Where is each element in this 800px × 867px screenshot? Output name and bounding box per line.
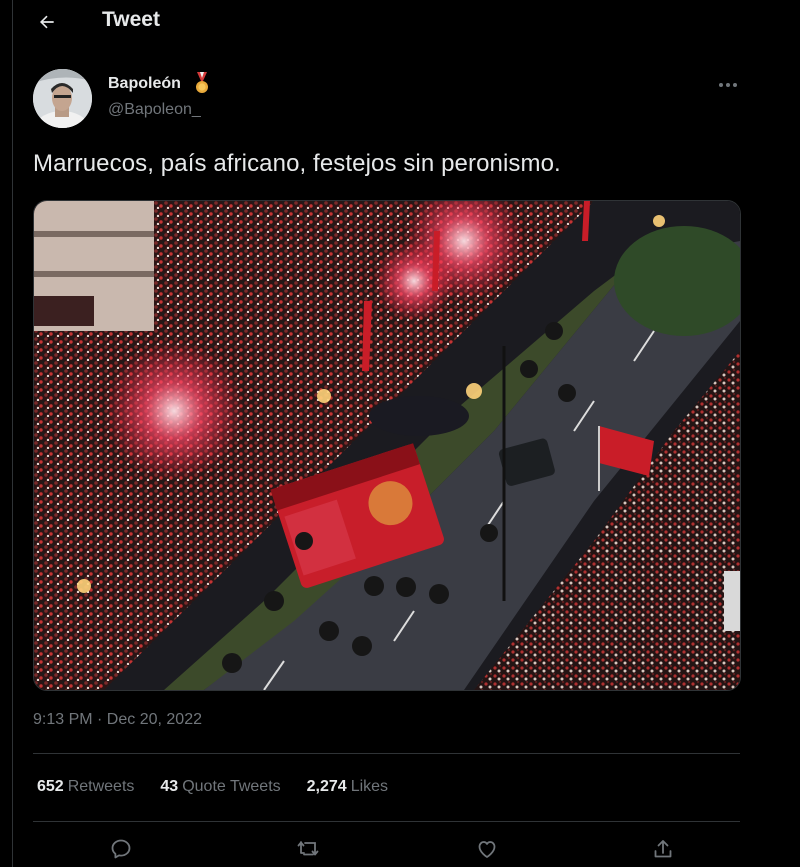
- tweet-actions: [33, 832, 740, 867]
- author-name[interactable]: Bapoleón: [108, 75, 181, 93]
- author-handle[interactable]: @Bapoleon_: [108, 101, 201, 119]
- quote-tweets-count: 43: [160, 778, 179, 795]
- retweets-stat[interactable]: 652 Retweets: [37, 778, 134, 796]
- retweet-button[interactable]: [296, 836, 322, 862]
- likes-count: 2,274: [306, 778, 347, 795]
- tweet-text: Marruecos, país africano, festejos sin p…: [33, 150, 561, 177]
- avatar[interactable]: [33, 69, 92, 128]
- quote-tweets-label: Quote Tweets: [182, 778, 281, 795]
- divider: [33, 753, 740, 754]
- retweets-label: Retweets: [67, 778, 135, 795]
- tweet-photo[interactable]: [33, 200, 741, 691]
- quote-tweets-stat[interactable]: 43 Quote Tweets: [160, 778, 280, 796]
- arrow-left-icon: [39, 15, 54, 29]
- tweet-timestamp[interactable]: 9:13 PM · Dec 20, 2022: [33, 711, 202, 729]
- retweet-icon: [297, 841, 319, 856]
- divider: [33, 821, 740, 822]
- back-button[interactable]: [31, 6, 63, 38]
- share-button[interactable]: [650, 836, 676, 862]
- retweets-count: 652: [37, 778, 64, 795]
- likes-stat[interactable]: 2,274 Likes: [307, 778, 388, 796]
- like-button[interactable]: [474, 836, 500, 862]
- tweet-stats: 652 Retweets 43 Quote Tweets 2,274 Likes: [37, 778, 414, 796]
- medal-icon: [194, 72, 210, 96]
- more-icon: [719, 83, 723, 87]
- reply-icon: [111, 839, 131, 859]
- reply-button[interactable]: [108, 836, 134, 862]
- page-title: Tweet: [102, 8, 160, 31]
- right-sidebar-edge: [760, 0, 800, 867]
- more-button[interactable]: [713, 74, 743, 96]
- header: Tweet: [13, 0, 760, 42]
- heart-icon: [478, 841, 496, 858]
- likes-label: Likes: [350, 778, 389, 795]
- tweet-column: Tweet Bapoleón @Bapoleon_ Marruecos, paí…: [12, 0, 761, 867]
- share-icon: [654, 840, 672, 858]
